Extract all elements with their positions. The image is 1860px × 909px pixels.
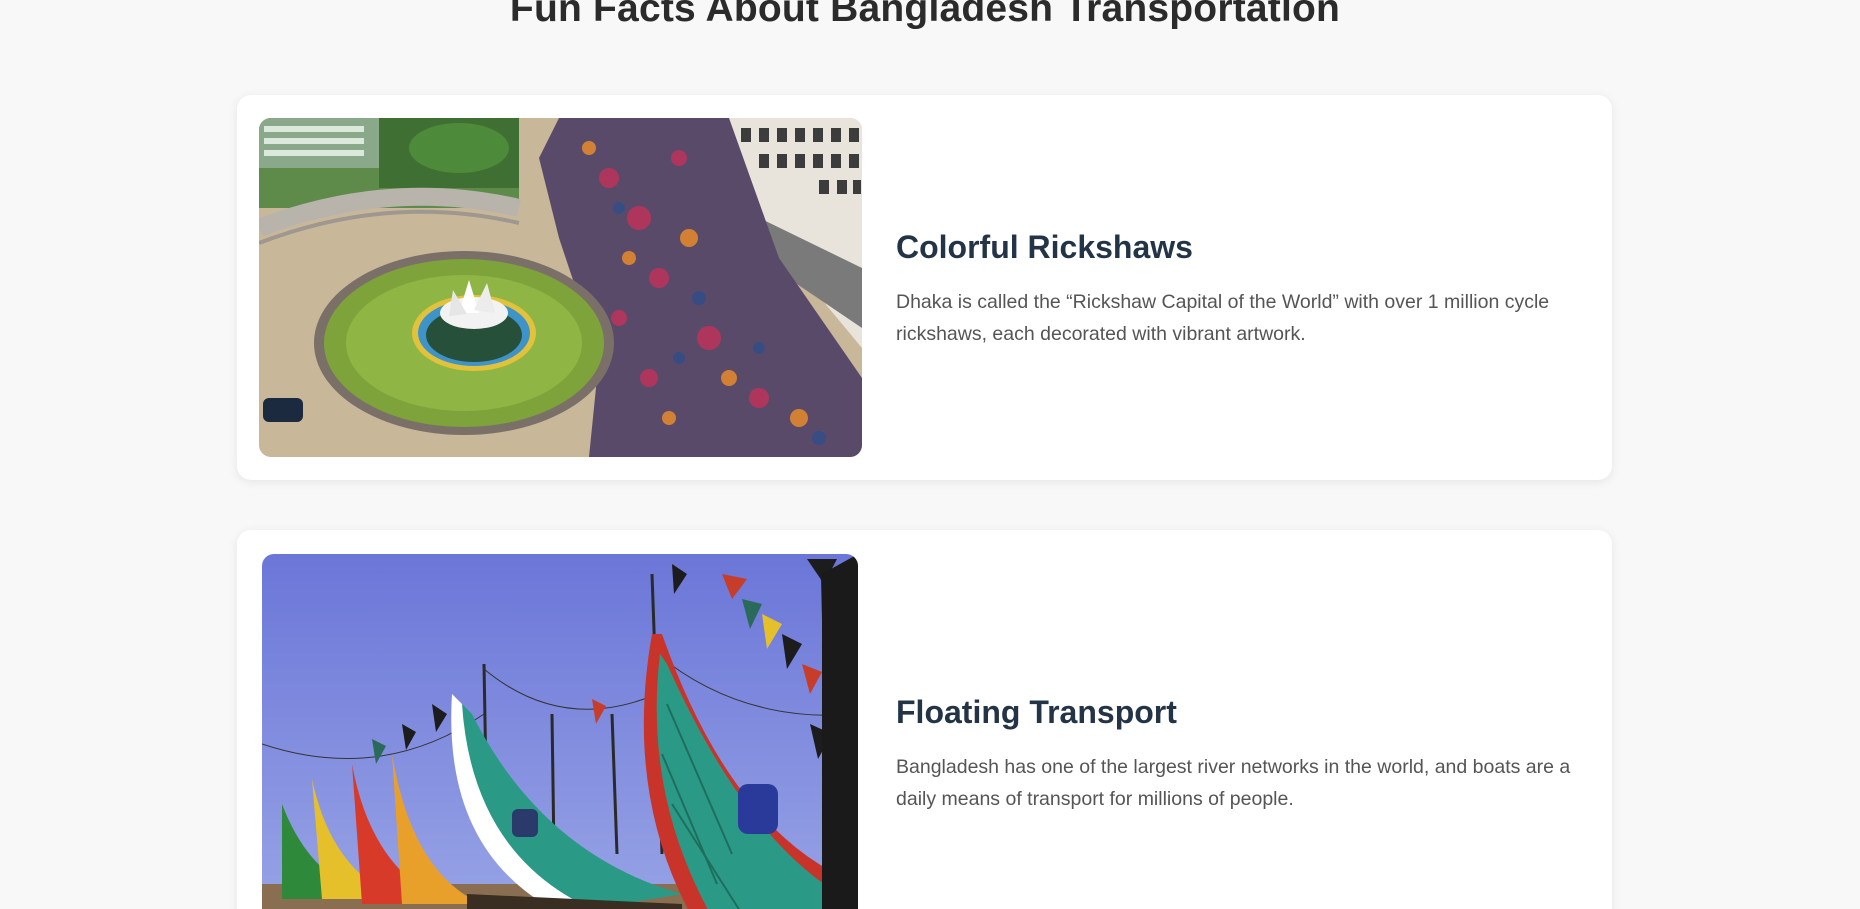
fact-text-floating-transport: Floating Transport Bangladesh has one of… [896, 694, 1586, 815]
fact-heading: Colorful Rickshaws [896, 229, 1193, 265]
fact-heading: Floating Transport [896, 694, 1177, 730]
fact-description: Dhaka is called the “Rickshaw Capital of… [896, 291, 1550, 345]
fact-text-rickshaws: Colorful Rickshaws Dhaka is called the “… [896, 229, 1586, 350]
page: Fun Facts About Bangladesh Transportatio… [0, 0, 1860, 909]
page-title: Fun Facts About Bangladesh Transportatio… [509, 0, 1341, 30]
boats-photo-illustration [262, 554, 858, 909]
fact-card-rickshaws: Colorful Rickshaws Dhaka is called the “… [237, 95, 1612, 480]
rickshaw-photo [259, 118, 862, 457]
fact-card-floating-transport: Floating Transport Bangladesh has one of… [237, 530, 1612, 909]
boats-photo [262, 554, 858, 909]
rickshaw-photo-illustration [259, 118, 862, 457]
fact-description: Bangladesh has one of the largest river … [896, 756, 1571, 810]
